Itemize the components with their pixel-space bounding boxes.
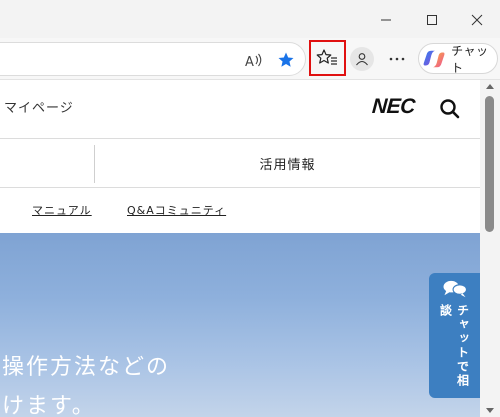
favorites-button[interactable]: [309, 40, 346, 76]
search-button[interactable]: [438, 97, 462, 121]
read-aloud-button[interactable]: A: [243, 49, 265, 71]
page-scrollbar[interactable]: [481, 80, 500, 417]
global-nav: 活用情報: [0, 138, 480, 188]
svg-text:A: A: [245, 55, 254, 69]
search-icon: [440, 99, 460, 119]
copilot-icon: [423, 50, 445, 67]
maximize-button[interactable]: [421, 9, 443, 31]
scroll-down-arrow-icon[interactable]: [486, 408, 494, 413]
read-aloud-icon: A: [245, 53, 262, 69]
minimize-button[interactable]: [375, 9, 397, 31]
close-button[interactable]: [466, 9, 488, 31]
profile-icon: [356, 53, 368, 66]
title-bar: [0, 0, 500, 38]
favorite-star-button[interactable]: [275, 49, 297, 71]
nec-logo[interactable]: NEC: [371, 95, 415, 119]
browser-toolbar: A チャット: [0, 38, 500, 80]
scroll-up-arrow-icon[interactable]: [486, 84, 494, 89]
maximize-icon: [427, 15, 437, 25]
copilot-chat-button[interactable]: チャット: [418, 43, 498, 75]
more-options-button[interactable]: [385, 48, 409, 70]
address-bar[interactable]: A: [0, 42, 306, 76]
favorites-icon: [316, 49, 337, 65]
profile-button[interactable]: [350, 47, 374, 71]
minimize-icon: [381, 19, 391, 21]
close-icon: [471, 14, 483, 26]
mypage-link[interactable]: マイページ: [4, 97, 74, 116]
chat-bubbles-icon: [443, 280, 467, 298]
scroll-thumb[interactable]: [485, 96, 494, 232]
star-filled-icon: [278, 52, 294, 67]
qa-community-link[interactable]: Q&Aコミュニティ: [127, 202, 226, 218]
hero-text-line2: けます。: [2, 394, 96, 417]
hero-banner: 操作方法などの けます。 チャットで相談: [0, 233, 480, 417]
copilot-label: チャット: [451, 43, 489, 75]
chat-consult-label: チャットで相談: [438, 304, 470, 389]
manual-link[interactable]: マニュアル: [32, 202, 92, 218]
hero-text-line1: 操作方法などの: [2, 355, 171, 380]
nav-item-katsuyo[interactable]: 活用情報: [95, 139, 480, 187]
more-icon: [389, 57, 405, 61]
web-page: マイページ NEC 活用情報 マニュアル Q&Aコミュニティ 操作方法などの け…: [0, 80, 480, 417]
chat-consult-tab[interactable]: チャットで相談: [429, 273, 480, 398]
